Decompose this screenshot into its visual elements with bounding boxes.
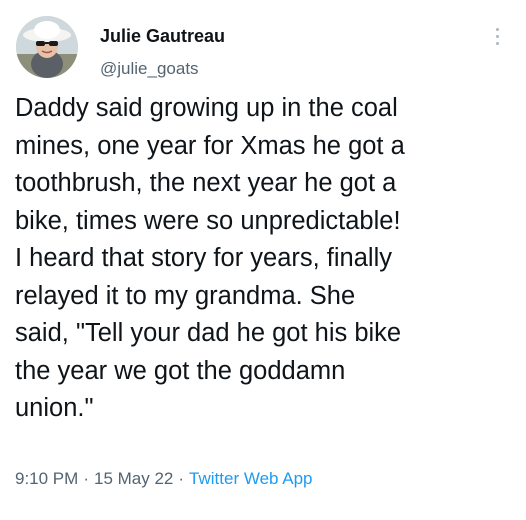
- tweet-date[interactable]: 15 May 22: [94, 469, 173, 488]
- avatar[interactable]: [16, 16, 78, 78]
- tweet-text-line: Daddy said growing up in the coal: [15, 94, 398, 122]
- tweet-time[interactable]: 9:10 PM: [15, 469, 78, 488]
- meta-separator: ·: [178, 469, 185, 488]
- tweet-text-line: relayed it to my grandma. She: [15, 281, 356, 310]
- tweet-card: Julie Gautreau @julie_goats Daddy said g…: [0, 0, 526, 520]
- tweet-text-line: I heard that story for years, finally: [15, 244, 392, 272]
- author-names: Julie Gautreau @julie_goats: [100, 25, 225, 80]
- tweet-text: Daddy said growing up in the coal mines,…: [15, 90, 520, 428]
- tweet-text-line: mines, one year for Xmas he got a: [15, 131, 405, 160]
- tweet-text-line: said, "Tell your dad he got his bike: [15, 319, 402, 347]
- tweet-source-link[interactable]: Twitter Web App: [189, 469, 312, 488]
- meta-separator: ·: [83, 469, 89, 488]
- tweet-header: Julie Gautreau @julie_goats: [16, 16, 510, 78]
- more-options-icon[interactable]: [494, 28, 500, 50]
- display-name[interactable]: Julie Gautreau: [100, 25, 225, 47]
- tweet-text-line: the year we got the goddamn: [15, 356, 346, 385]
- tweet-text-line: bike, times were so unpredictable!: [15, 206, 401, 235]
- avatar-photo-icon: [16, 16, 78, 78]
- tweet-text-line: toothbrush, the next year he got a: [15, 169, 397, 197]
- tweet-meta: 9:10 PM · 15 May 22 · Twitter Web App: [15, 467, 313, 491]
- handle[interactable]: @julie_goats: [100, 58, 225, 80]
- tweet-text-line: union.": [15, 394, 94, 422]
